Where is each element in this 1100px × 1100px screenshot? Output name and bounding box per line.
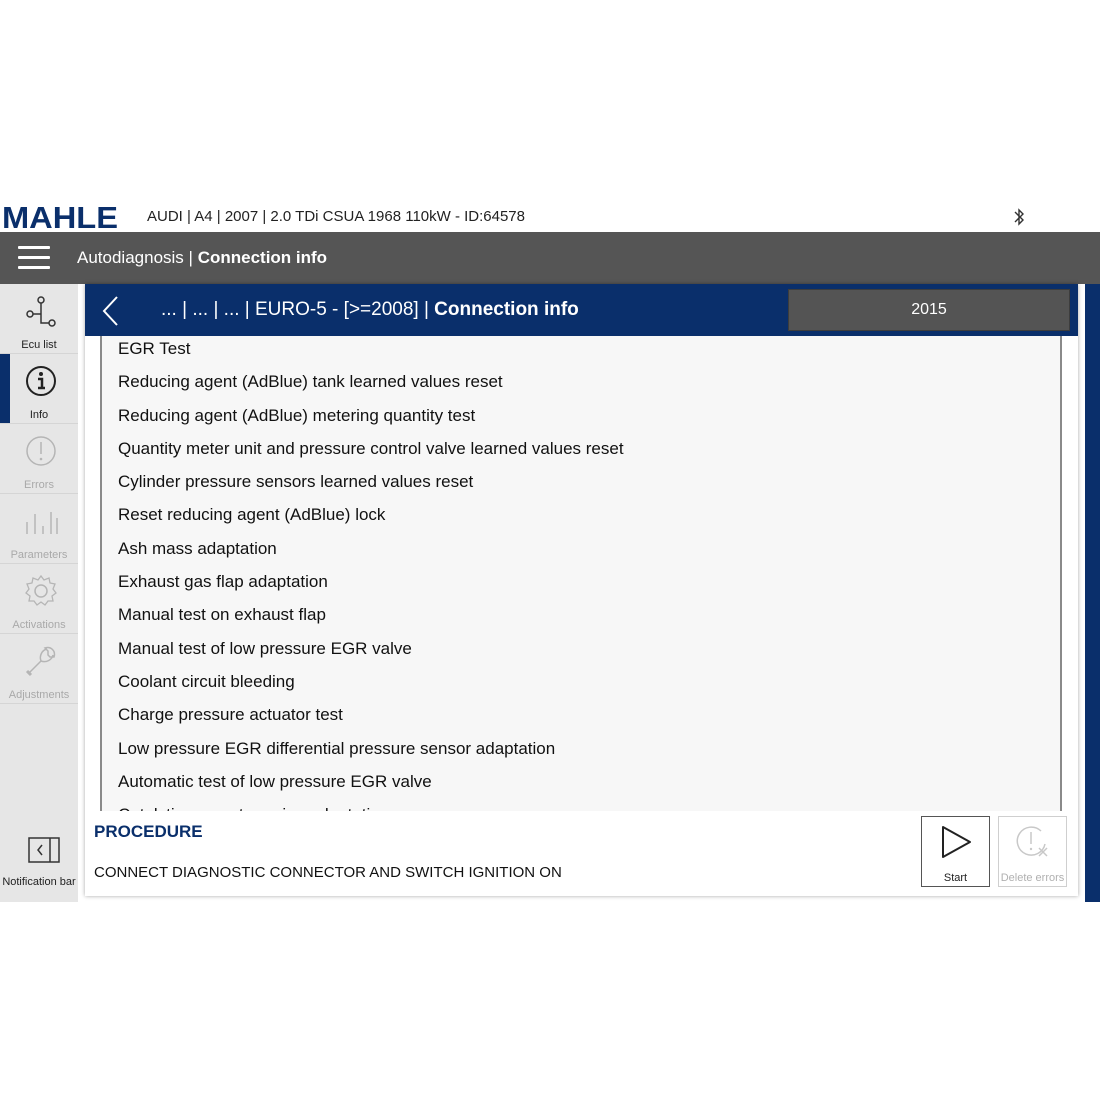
sidebar-item-ecu-list[interactable]: Ecu list xyxy=(0,284,78,354)
ecu-tree-icon xyxy=(26,296,56,327)
info-icon xyxy=(26,366,56,396)
panel-collapse-icon xyxy=(28,837,60,863)
delete-errors-icon xyxy=(1016,826,1048,857)
vehicle-info: AUDI | A4 | 2007 | 2.0 TDi CSUA 1968 110… xyxy=(147,208,525,225)
bluetooth-icon xyxy=(1014,208,1024,226)
list-item[interactable]: Exhaust gas flap adaptation xyxy=(102,569,1060,602)
list-item[interactable]: Automatic test of low pressure EGR valve xyxy=(102,769,1060,802)
sidebar-item-label: Errors xyxy=(24,479,54,491)
list-item[interactable]: Reducing agent (AdBlue) metering quantit… xyxy=(102,403,1060,436)
procedure-list: EGR Test Reducing agent (AdBlue) tank le… xyxy=(100,336,1062,811)
list-item[interactable]: Cylinder pressure sensors learned values… xyxy=(102,469,1060,502)
sidebar-item-label: Activations xyxy=(12,619,66,631)
panel-header: ... | ... | ... | EURO-5 - [>=2008] | Co… xyxy=(85,284,1078,336)
breadcrumb-path: ... | ... | ... | EURO-5 - [>=2008] | xyxy=(161,299,435,320)
sidebar-item-info[interactable]: Info xyxy=(0,354,78,424)
nav-page: Connection info xyxy=(197,248,328,267)
delete-errors-label: Delete errors xyxy=(1000,872,1065,884)
bars-icon xyxy=(26,512,58,534)
hamburger-menu-icon[interactable] xyxy=(18,246,50,270)
list-item[interactable]: Reset reducing agent (AdBlue) lock xyxy=(102,502,1060,535)
sidebar-item-errors[interactable]: Errors xyxy=(0,424,78,494)
delete-errors-button[interactable]: Delete errors xyxy=(998,816,1067,887)
list-item[interactable]: Quantity meter unit and pressure control… xyxy=(102,436,1060,469)
top-header: MAHLE AUDI | A4 | 2007 | 2.0 TDi CSUA 19… xyxy=(0,198,1100,232)
list-item[interactable]: Charge pressure actuator test xyxy=(102,702,1060,735)
gear-icon xyxy=(25,574,57,606)
mahle-logo: MAHLE xyxy=(2,203,118,231)
list-item[interactable]: Ash mass adaptation xyxy=(102,536,1060,569)
breadcrumb: ... | ... | ... | EURO-5 - [>=2008] | Co… xyxy=(161,299,579,321)
list-item[interactable]: Low pressure EGR differential pressure s… xyxy=(102,736,1060,769)
svg-text:MAHLE: MAHLE xyxy=(2,203,118,231)
wrench-icon xyxy=(25,646,56,677)
sidebar-item-parameters[interactable]: Parameters xyxy=(0,494,78,564)
start-label: Start xyxy=(943,872,968,884)
procedure-title: PROCEDURE xyxy=(94,822,203,841)
breadcrumb-current: Connection info xyxy=(434,299,579,320)
procedure-instruction: CONNECT DIAGNOSTIC CONNECTOR AND SWITCH … xyxy=(94,864,562,881)
nav-section: Autodiagnosis xyxy=(77,248,184,267)
start-button[interactable]: Start xyxy=(921,816,990,887)
app-window: MAHLE AUDI | A4 | 2007 | 2.0 TDi CSUA 19… xyxy=(0,198,1100,902)
notification-bar-label: Notification bar xyxy=(2,876,76,888)
nav-title: Autodiagnosis | Connection info xyxy=(77,248,327,268)
sidebar-item-label: Ecu list xyxy=(21,339,57,351)
sidebar-item-adjustments[interactable]: Adjustments xyxy=(0,634,78,704)
play-icon xyxy=(942,826,971,858)
sidebar-item-label: Info xyxy=(29,409,49,421)
list-item[interactable]: Catalytic converter aging adaptation xyxy=(102,802,1060,811)
warning-icon xyxy=(26,436,56,466)
back-chevron-icon[interactable] xyxy=(99,294,123,328)
list-item[interactable]: EGR Test xyxy=(102,336,1060,369)
sidebar-item-label: Parameters xyxy=(10,549,68,561)
sidebar-item-activations[interactable]: Activations xyxy=(0,564,78,634)
list-item[interactable]: Coolant circuit bleeding xyxy=(102,669,1060,702)
nav-separator: | xyxy=(183,248,198,267)
sidebar-item-label: Adjustments xyxy=(8,689,70,701)
nav-bar: Autodiagnosis | Connection info xyxy=(0,232,1100,284)
year-selector[interactable]: 2015 xyxy=(788,289,1070,331)
sidebar: Ecu list Info Errors Parameters Activati… xyxy=(0,284,78,902)
list-item[interactable]: Manual test of low pressure EGR valve xyxy=(102,636,1060,669)
notification-bar-toggle[interactable]: Notification bar xyxy=(0,832,78,902)
list-item[interactable]: Reducing agent (AdBlue) tank learned val… xyxy=(102,369,1060,402)
main-panel: ... | ... | ... | EURO-5 - [>=2008] | Co… xyxy=(85,284,1078,896)
right-accent-strip xyxy=(1085,284,1100,902)
procedure-panel: PROCEDURE CONNECT DIAGNOSTIC CONNECTOR A… xyxy=(85,812,1078,896)
list-item[interactable]: Manual test on exhaust flap xyxy=(102,602,1060,635)
